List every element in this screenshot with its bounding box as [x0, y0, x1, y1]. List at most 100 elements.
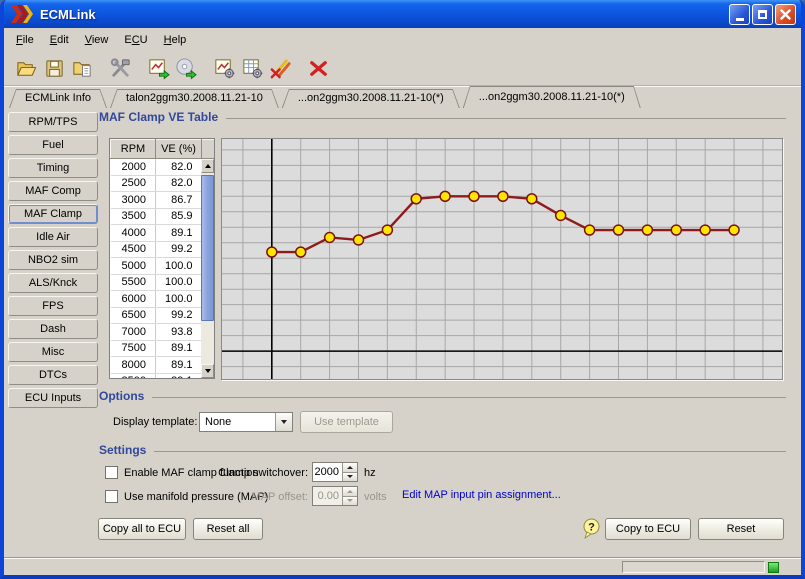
tab-log-3[interactable]: ...on2ggm30.2008.11.21-10(*)	[463, 86, 641, 108]
menu-help[interactable]: Help	[156, 30, 195, 50]
chart-point[interactable]	[440, 191, 450, 201]
chart-settings-button[interactable]	[210, 55, 238, 83]
table-cell[interactable]: 5500	[111, 274, 156, 291]
table-row[interactable]: 750089.1	[111, 340, 215, 357]
table-cell[interactable]: 100.0	[156, 258, 202, 275]
table-row[interactable]: 650099.2	[111, 307, 215, 324]
table-row[interactable]: 350085.9	[111, 208, 215, 225]
chart-point[interactable]	[296, 247, 306, 257]
table-cell[interactable]: 5000	[111, 258, 156, 275]
read-ecu-disc-button[interactable]	[172, 55, 200, 83]
chart-point[interactable]	[556, 211, 566, 221]
table-row[interactable]: 850089.1	[111, 373, 215, 379]
reset-all-button[interactable]: Reset all	[193, 518, 263, 540]
chart-point[interactable]	[498, 191, 508, 201]
chart-point[interactable]	[354, 235, 364, 245]
sidebar-item-rpm-tps[interactable]: RPM/TPS	[8, 112, 98, 132]
copy-all-to-ecu-button[interactable]: Copy all to ECU	[98, 518, 186, 540]
table-cell[interactable]: 6000	[111, 291, 156, 308]
table-cell[interactable]: 99.2	[156, 241, 202, 258]
chart-point[interactable]	[614, 225, 624, 235]
table-cell[interactable]: 6500	[111, 307, 156, 324]
chart-point[interactable]	[382, 225, 392, 235]
chart-point[interactable]	[469, 191, 479, 201]
table-row[interactable]: 6000100.0	[111, 291, 215, 308]
scroll-down-button[interactable]	[201, 364, 214, 378]
sidebar-item-misc[interactable]: Misc	[8, 342, 98, 362]
copy-to-ecu-button[interactable]: Copy to ECU	[605, 518, 691, 540]
table-cell[interactable]: 8000	[111, 357, 156, 374]
ve-chart[interactable]	[221, 138, 783, 380]
table-cell[interactable]: 93.8	[156, 324, 202, 341]
reset-button[interactable]: Reset	[698, 518, 784, 540]
clear-markers-button[interactable]	[266, 55, 294, 83]
table-cell[interactable]: 89.1	[156, 373, 202, 379]
table-row[interactable]: 800089.1	[111, 357, 215, 374]
scroll-up-button[interactable]	[201, 159, 214, 173]
disconnect-button[interactable]	[304, 55, 332, 83]
table-settings-button[interactable]	[238, 55, 266, 83]
table-cell[interactable]: 3000	[111, 192, 156, 209]
tab-log-2[interactable]: ...on2ggm30.2008.11.21-10(*)	[282, 89, 460, 108]
menu-ecu[interactable]: ECU	[116, 30, 155, 50]
export-chart-button[interactable]	[144, 55, 172, 83]
table-cell[interactable]: 3500	[111, 208, 156, 225]
chart-point[interactable]	[642, 225, 652, 235]
chart-point[interactable]	[671, 225, 681, 235]
table-cell[interactable]: 7500	[111, 340, 156, 357]
table-cell[interactable]: 89.1	[156, 357, 202, 374]
chart-point[interactable]	[267, 247, 277, 257]
tools-button[interactable]	[106, 55, 134, 83]
open-log-button[interactable]	[12, 55, 40, 83]
table-scrollbar[interactable]	[201, 159, 214, 378]
spinner-up-button[interactable]	[343, 463, 357, 473]
table-cell[interactable]: 4500	[111, 241, 156, 258]
table-row[interactable]: 700093.8	[111, 324, 215, 341]
table-row[interactable]: 5000100.0	[111, 258, 215, 275]
enable-maf-clamp-checkbox[interactable]	[105, 466, 118, 479]
import-log-button[interactable]	[68, 55, 96, 83]
tab-ecmlink-info[interactable]: ECMLink Info	[9, 89, 107, 108]
spinner-down-button[interactable]	[343, 473, 357, 482]
menu-file[interactable]: File	[8, 30, 42, 50]
table-cell[interactable]: 4000	[111, 225, 156, 242]
edit-map-pin-link[interactable]: Edit MAP input pin assignment...	[402, 489, 561, 501]
table-row[interactable]: 300086.7	[111, 192, 215, 209]
dropdown-button[interactable]	[275, 413, 292, 431]
table-cell[interactable]: 85.9	[156, 208, 202, 225]
help-icon[interactable]: ?	[582, 518, 601, 539]
sidebar-item-fps[interactable]: FPS	[8, 296, 98, 316]
table-row[interactable]: 400089.1	[111, 225, 215, 242]
save-log-button[interactable]	[40, 55, 68, 83]
sidebar-item-idle-air[interactable]: Idle Air	[8, 227, 98, 247]
table-cell[interactable]: 89.1	[156, 225, 202, 242]
scrollbar-thumb[interactable]	[201, 175, 214, 321]
sidebar-item-nbo2-sim[interactable]: NBO2 sim	[8, 250, 98, 270]
table-row[interactable]: 250082.0	[111, 175, 215, 192]
sidebar-item-dtcs[interactable]: DTCs	[8, 365, 98, 385]
close-button[interactable]	[775, 4, 796, 25]
title-bar[interactable]: ECMLink	[4, 0, 801, 28]
table-cell[interactable]: 8500	[111, 373, 156, 379]
chart-point[interactable]	[585, 225, 595, 235]
sidebar-item-dash[interactable]: Dash	[8, 319, 98, 339]
chart-point[interactable]	[729, 225, 739, 235]
table-row[interactable]: 5500100.0	[111, 274, 215, 291]
tab-log-1[interactable]: talon2ggm30.2008.11.21-10	[110, 89, 279, 108]
table-cell[interactable]: 100.0	[156, 274, 202, 291]
table-row[interactable]: 450099.2	[111, 241, 215, 258]
sidebar-item-fuel[interactable]: Fuel	[8, 135, 98, 155]
table-cell[interactable]: 100.0	[156, 291, 202, 308]
use-template-button[interactable]: Use template	[300, 411, 393, 433]
table-row[interactable]: 200082.0	[111, 159, 215, 176]
table-cell[interactable]: 2500	[111, 175, 156, 192]
menu-edit[interactable]: Edit	[42, 30, 77, 50]
table-cell[interactable]: 86.7	[156, 192, 202, 209]
table-cell[interactable]: 2000	[111, 159, 156, 176]
use-map-checkbox[interactable]	[105, 490, 118, 503]
chart-point[interactable]	[527, 194, 537, 204]
display-template-select[interactable]: None	[199, 412, 293, 432]
table-cell[interactable]: 89.1	[156, 340, 202, 357]
chart-point[interactable]	[411, 194, 421, 204]
sidebar-item-ecu-inputs[interactable]: ECU Inputs	[8, 388, 98, 408]
